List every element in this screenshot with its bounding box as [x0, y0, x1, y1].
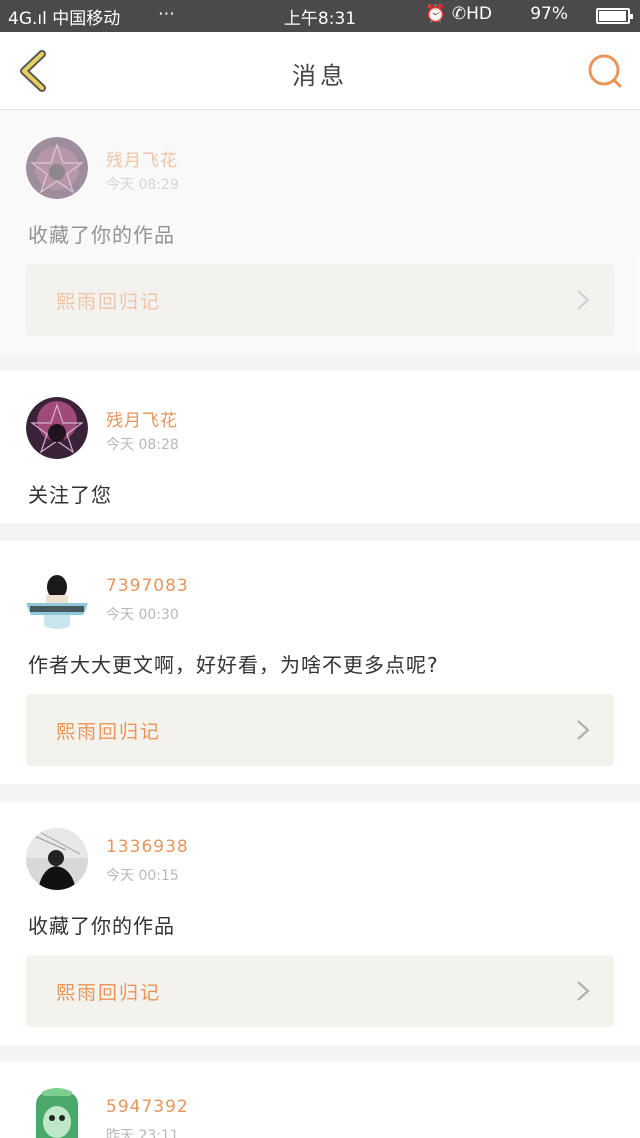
chevron-right-icon — [577, 290, 590, 310]
message-time: 今天 00:15 — [106, 868, 179, 884]
message-time: 今天 08:29 — [106, 177, 179, 193]
cartoon-avatar[interactable] — [26, 1088, 88, 1138]
message-text: 关注了您 — [28, 483, 112, 507]
alarm-call-icons: ⏰ ✆HD — [425, 4, 492, 24]
battery-percent: 97% — [530, 4, 568, 24]
work-link[interactable]: 熙雨回归记 — [26, 694, 614, 766]
message-text: 收藏了你的作品 — [28, 223, 175, 247]
page-title: 消息 — [292, 62, 348, 90]
message-card[interactable]: 1336938 今天 00:15 收藏了你的作品 熙雨回归记 — [0, 802, 640, 1045]
photo-avatar[interactable] — [26, 828, 88, 890]
search-icon[interactable] — [586, 52, 624, 90]
chevron-right-icon — [577, 981, 590, 1001]
message-time: 今天 00:30 — [106, 607, 179, 623]
work-link[interactable]: 熙雨回归记 — [26, 264, 614, 336]
work-link[interactable]: 熙雨回归记 — [26, 955, 614, 1027]
person-avatar[interactable] — [26, 567, 88, 629]
pentagram-avatar[interactable] — [26, 397, 88, 459]
message-card[interactable]: 残月飞花 今天 08:29 收藏了你的作品 熙雨回归记 — [0, 111, 640, 354]
message-card[interactable]: 残月飞花 今天 08:28 关注了您 — [0, 371, 640, 523]
chevron-right-icon — [577, 720, 590, 740]
message-card[interactable]: 7397083 今天 00:30 作者大大更文啊，好好看，为啥不更多点呢? 熙雨… — [0, 541, 640, 784]
sender-name[interactable]: 1336938 — [106, 837, 189, 857]
sender-name[interactable]: 残月飞花 — [106, 146, 178, 171]
sender-name[interactable]: 5947392 — [106, 1097, 189, 1117]
work-title: 熙雨回归记 — [56, 291, 162, 313]
status-bar: 4G.ıl 中国移动 ⋯ 上午8:31 ⏰ ✆HD 97% — [0, 0, 640, 32]
sender-name[interactable]: 残月飞花 — [106, 406, 178, 431]
nav-bar: 消息 — [0, 32, 640, 110]
battery-icon — [596, 8, 633, 24]
message-time: 昨天 23:11 — [106, 1128, 179, 1138]
sender-name[interactable]: 7397083 — [106, 576, 189, 596]
message-time: 今天 08:28 — [106, 437, 179, 453]
message-text: 收藏了你的作品 — [28, 914, 175, 938]
message-text: 作者大大更文啊，好好看，为啥不更多点呢? — [28, 653, 439, 677]
message-card[interactable]: 5947392 昨天 23:11 — [0, 1062, 640, 1138]
work-title: 熙雨回归记 — [56, 982, 162, 1004]
work-title: 熙雨回归记 — [56, 721, 162, 743]
pentagram-avatar[interactable] — [26, 137, 88, 199]
